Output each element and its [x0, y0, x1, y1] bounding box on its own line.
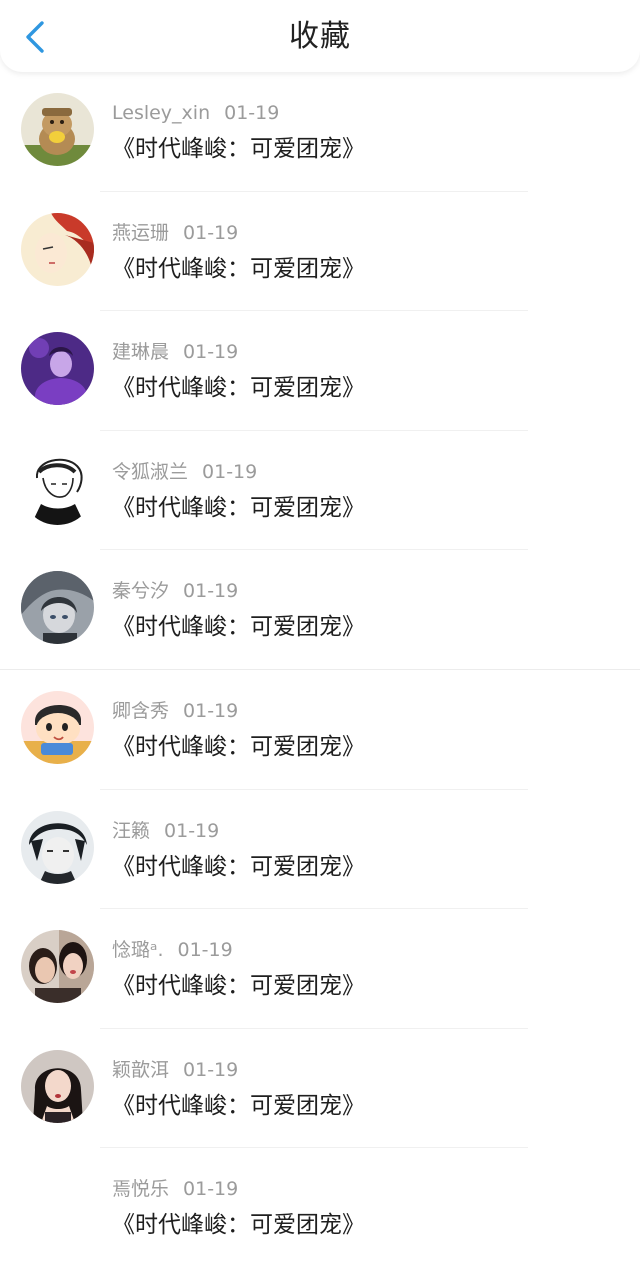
page-title: 收藏 — [289, 19, 351, 54]
favorites-list: Lesley_xin 01-19 《时代峰峻：可爱团宠》 燕运珊 01-19 《时代… — [0, 72, 640, 1268]
item-meta: 汪籁 01-19 — [112, 818, 219, 844]
item-meta: 惗璐ᵃ. 01-19 — [112, 937, 233, 963]
username[interactable]: 颖歆洱 — [112, 1059, 169, 1081]
username[interactable]: 焉悦乐 — [112, 1178, 169, 1200]
item-title[interactable]: 《时代峰峻：可爱团宠》 — [112, 252, 365, 286]
list-item[interactable]: Lesley_xin 01-19 《时代峰峻：可爱团宠》 — [0, 72, 640, 192]
item-date: 01-19 — [183, 1058, 239, 1081]
girl-photo-avatar[interactable] — [21, 1049, 94, 1123]
anime-girl-avatar[interactable] — [21, 571, 94, 645]
item-title[interactable]: 《时代峰峻：可爱团宠》 — [112, 1089, 365, 1123]
item-meta: Lesley_xin 01-19 — [112, 100, 279, 126]
illustrated-girl-avatar[interactable] — [21, 212, 94, 286]
item-meta: 燕运珊 01-19 — [112, 220, 238, 246]
username[interactable]: 燕运珊 — [112, 222, 169, 244]
item-meta: 颖歆洱 01-19 — [112, 1057, 238, 1083]
bear-avatar[interactable] — [21, 93, 94, 166]
item-title[interactable]: 《时代峰峻：可爱团宠》 — [112, 371, 365, 405]
username[interactable]: 秦兮汐 — [112, 580, 169, 602]
item-date: 01-19 — [183, 1178, 239, 1201]
username[interactable]: 惗璐ᵃ. — [112, 939, 163, 961]
item-meta: 建琳晨 01-19 — [112, 339, 238, 365]
username[interactable]: 卿含秀 — [112, 700, 169, 722]
item-date: 01-19 — [164, 819, 220, 842]
item-date: 01-19 — [202, 460, 258, 483]
purple-portrait-avatar[interactable] — [21, 332, 94, 406]
list-item[interactable]: 秦兮汐 01-19 《时代峰峻：可爱团宠》 — [0, 550, 640, 670]
list-item[interactable]: 令狐淑兰 01-19 《时代峰峻：可爱团宠》 — [0, 431, 640, 551]
item-meta: 令狐淑兰 01-19 — [112, 459, 257, 485]
couple-photo-avatar[interactable] — [21, 930, 94, 1004]
item-date: 01-19 — [224, 102, 280, 124]
item-meta: 卿含秀 01-19 — [112, 698, 238, 724]
item-title[interactable]: 《时代峰峻：可爱团宠》 — [112, 132, 365, 166]
item-date: 01-19 — [183, 341, 239, 364]
list-item[interactable]: 燕运珊 01-19 《时代峰峻：可爱团宠》 — [0, 192, 640, 312]
item-date: 01-19 — [183, 580, 239, 603]
item-title[interactable]: 《时代峰峻：可爱团宠》 — [112, 730, 365, 764]
username[interactable]: 令狐淑兰 — [112, 461, 188, 483]
list-item[interactable]: 汪籁 01-19 《时代峰峻：可爱团宠》 — [0, 790, 640, 910]
list-item[interactable]: 惗璐ᵃ. 01-19 《时代峰峻：可爱团宠》 — [0, 909, 640, 1029]
item-title[interactable]: 《时代峰峻：可爱团宠》 — [112, 491, 365, 525]
item-meta: 秦兮汐 01-19 — [112, 578, 238, 604]
cartoon-boy-avatar[interactable] — [21, 690, 94, 764]
item-date: 01-19 — [183, 699, 239, 722]
navigation-bar: 收藏 — [0, 0, 640, 72]
list-item[interactable]: 颖歆洱 01-19 《时代峰峻：可爱团宠》 — [0, 1029, 640, 1149]
anime-boy-avatar[interactable] — [21, 810, 94, 884]
username[interactable]: Lesley_xin — [112, 102, 210, 124]
list-item[interactable]: 建琳晨 01-19 《时代峰峻：可爱团宠》 — [0, 311, 640, 431]
item-title[interactable]: 《时代峰峻：可爱团宠》 — [112, 969, 365, 1003]
username[interactable]: 建琳晨 — [112, 341, 169, 363]
item-date: 01-19 — [183, 221, 239, 244]
item-title[interactable]: 《时代峰峻：可爱团宠》 — [112, 850, 365, 884]
item-date: 01-19 — [177, 939, 233, 962]
item-title[interactable]: 《时代峰峻：可爱团宠》 — [112, 1208, 365, 1242]
sketch-girl-avatar[interactable] — [21, 451, 94, 525]
item-title[interactable]: 《时代峰峻：可爱团宠》 — [112, 610, 365, 644]
item-meta: 焉悦乐 01-19 — [112, 1176, 238, 1202]
list-item[interactable]: 焉悦乐 01-19 《时代峰峻：可爱团宠》 — [0, 1148, 640, 1268]
username[interactable]: 汪籁 — [112, 820, 150, 842]
list-item[interactable]: 卿含秀 01-19 《时代峰峻：可爱团宠》 — [0, 670, 640, 790]
